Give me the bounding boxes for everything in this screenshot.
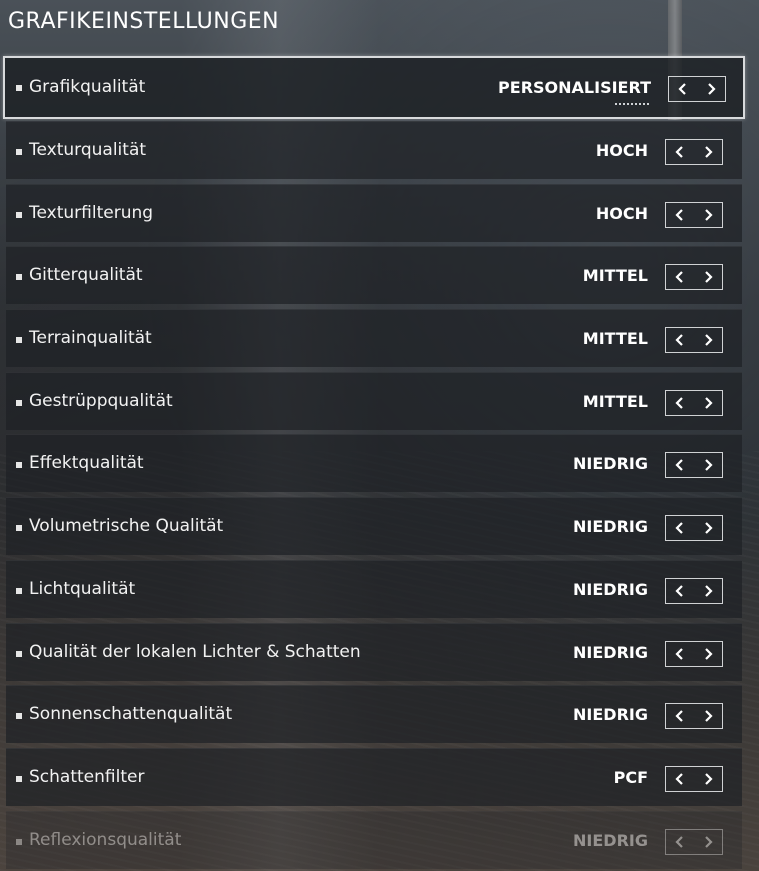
setting-row-lokale-lichter-schatten[interactable]: Qualität der lokalen Lichter & Schatten … — [6, 622, 742, 681]
chevron-right-icon[interactable] — [694, 767, 722, 791]
chevron-right-icon[interactable] — [694, 391, 722, 415]
bullet-icon — [16, 85, 22, 91]
setting-label: Gitterqualität — [29, 265, 143, 286]
chevron-left-icon[interactable] — [666, 704, 694, 728]
chevron-right-icon[interactable] — [694, 328, 722, 352]
value-stepper — [665, 640, 723, 667]
chevron-right-icon[interactable] — [694, 203, 722, 227]
chevron-left-icon[interactable] — [666, 516, 694, 540]
value-stepper — [665, 264, 723, 291]
chevron-left-icon[interactable] — [666, 642, 694, 666]
setting-value: HOCH — [595, 203, 648, 223]
value-stepper — [665, 327, 723, 354]
setting-row-terrainqualitaet[interactable]: Terrainqualität MITTEL — [6, 309, 742, 368]
chevron-left-icon[interactable] — [666, 203, 694, 227]
chevron-right-icon[interactable] — [694, 642, 722, 666]
setting-label: Texturqualität — [29, 140, 147, 160]
setting-row-gitterqualitaet[interactable]: Gitterqualität MITTEL — [6, 246, 742, 305]
graphics-settings-panel: GRAFIKEINSTELLUNGEN Grafikqualität PERSO… — [0, 0, 759, 871]
chevron-left-icon[interactable] — [666, 265, 694, 289]
setting-row-gestrueppqualitaet[interactable]: Gestrüppqualität MITTEL — [6, 371, 742, 430]
settings-list: Grafikqualität PERSONALISIERT Texturqual… — [3, 56, 745, 871]
setting-value: NIEDRIG — [573, 517, 648, 537]
setting-value: NIEDRIG — [573, 454, 648, 474]
bullet-icon — [16, 274, 22, 281]
setting-value: PCF — [613, 767, 648, 787]
setting-label: Grafikqualität — [29, 77, 146, 97]
setting-label: Volumetrische Qualität — [29, 516, 224, 537]
setting-label: Schattenfilter — [29, 766, 145, 787]
setting-value: MITTEL — [582, 391, 648, 411]
chevron-left-icon[interactable] — [666, 328, 694, 352]
bullet-icon — [16, 149, 22, 155]
setting-row-effektqualitaet[interactable]: Effektqualität NIEDRIG — [6, 434, 742, 493]
chevron-left-icon[interactable] — [666, 391, 694, 415]
custom-indicator-dots — [615, 101, 649, 105]
setting-value: PERSONALISIERT — [498, 78, 651, 97]
bullet-icon — [16, 399, 22, 406]
setting-label: Lichtqualität — [29, 578, 136, 599]
panel-title: GRAFIKEINSTELLUNGEN — [8, 9, 280, 34]
setting-row-volumetrische-qualitaet[interactable]: Volumetrische Qualität NIEDRIG — [6, 497, 742, 556]
setting-value: NIEDRIG — [573, 830, 648, 850]
setting-value: HOCH — [595, 141, 648, 160]
bullet-icon — [16, 587, 22, 594]
chevron-right-icon[interactable] — [694, 579, 722, 603]
value-stepper — [668, 76, 726, 102]
value-stepper — [665, 703, 723, 730]
value-stepper — [665, 765, 723, 792]
setting-value: MITTEL — [582, 329, 648, 349]
chevron-left-icon[interactable] — [669, 77, 697, 101]
setting-label: Effektqualität — [29, 453, 144, 474]
setting-value: MITTEL — [582, 266, 648, 286]
setting-label: Gestrüppqualität — [29, 390, 173, 411]
value-stepper — [665, 515, 723, 542]
value-stepper — [665, 139, 723, 165]
setting-row-grafikqualitaet[interactable]: Grafikqualität PERSONALISIERT — [3, 56, 745, 119]
setting-value: NIEDRIG — [573, 642, 648, 662]
setting-row-schattenfilter[interactable]: Schattenfilter PCF — [6, 747, 742, 806]
setting-row-lichtqualitaet[interactable]: Lichtqualität NIEDRIG — [6, 559, 742, 618]
setting-value: NIEDRIG — [573, 579, 648, 599]
bullet-icon — [16, 838, 22, 845]
chevron-right-icon[interactable] — [694, 265, 722, 289]
setting-value: NIEDRIG — [573, 705, 648, 725]
bullet-icon — [16, 713, 22, 720]
chevron-left-icon[interactable] — [666, 579, 694, 603]
value-stepper — [665, 452, 723, 479]
chevron-right-icon[interactable] — [694, 704, 722, 728]
chevron-left-icon[interactable] — [666, 453, 694, 477]
setting-label: Texturfilterung — [29, 202, 154, 223]
setting-row-texturqualitaet[interactable]: Texturqualität HOCH — [6, 121, 742, 179]
chevron-right-icon[interactable] — [694, 516, 722, 540]
setting-row-texturfilterung[interactable]: Texturfilterung HOCH — [6, 183, 742, 242]
setting-label: Qualität der lokalen Lichter & Schatten — [29, 641, 361, 662]
bullet-icon — [16, 775, 22, 782]
setting-label: Terrainqualität — [29, 328, 152, 349]
chevron-left-icon[interactable] — [666, 140, 694, 164]
value-stepper — [665, 577, 723, 604]
chevron-left-icon[interactable] — [666, 767, 694, 791]
chevron-right-icon[interactable] — [694, 830, 722, 854]
value-stepper — [665, 828, 723, 855]
chevron-right-icon[interactable] — [694, 453, 722, 477]
chevron-left-icon[interactable] — [666, 830, 694, 854]
bullet-icon — [16, 337, 22, 344]
setting-row-sonnenschattenqualitaet[interactable]: Sonnenschattenqualität NIEDRIG — [6, 685, 742, 744]
chevron-right-icon[interactable] — [694, 140, 722, 164]
bullet-icon — [16, 211, 22, 218]
setting-label: Sonnenschattenqualität — [29, 704, 233, 725]
setting-label: Reflexionsqualität — [29, 829, 182, 850]
setting-row-reflexionsqualitaet[interactable]: Reflexionsqualität NIEDRIG — [6, 810, 742, 869]
value-stepper — [665, 389, 723, 416]
bullet-icon — [16, 525, 22, 532]
chevron-right-icon[interactable] — [697, 77, 725, 101]
value-stepper — [665, 201, 723, 228]
bullet-icon — [16, 462, 22, 469]
bullet-icon — [16, 650, 22, 657]
